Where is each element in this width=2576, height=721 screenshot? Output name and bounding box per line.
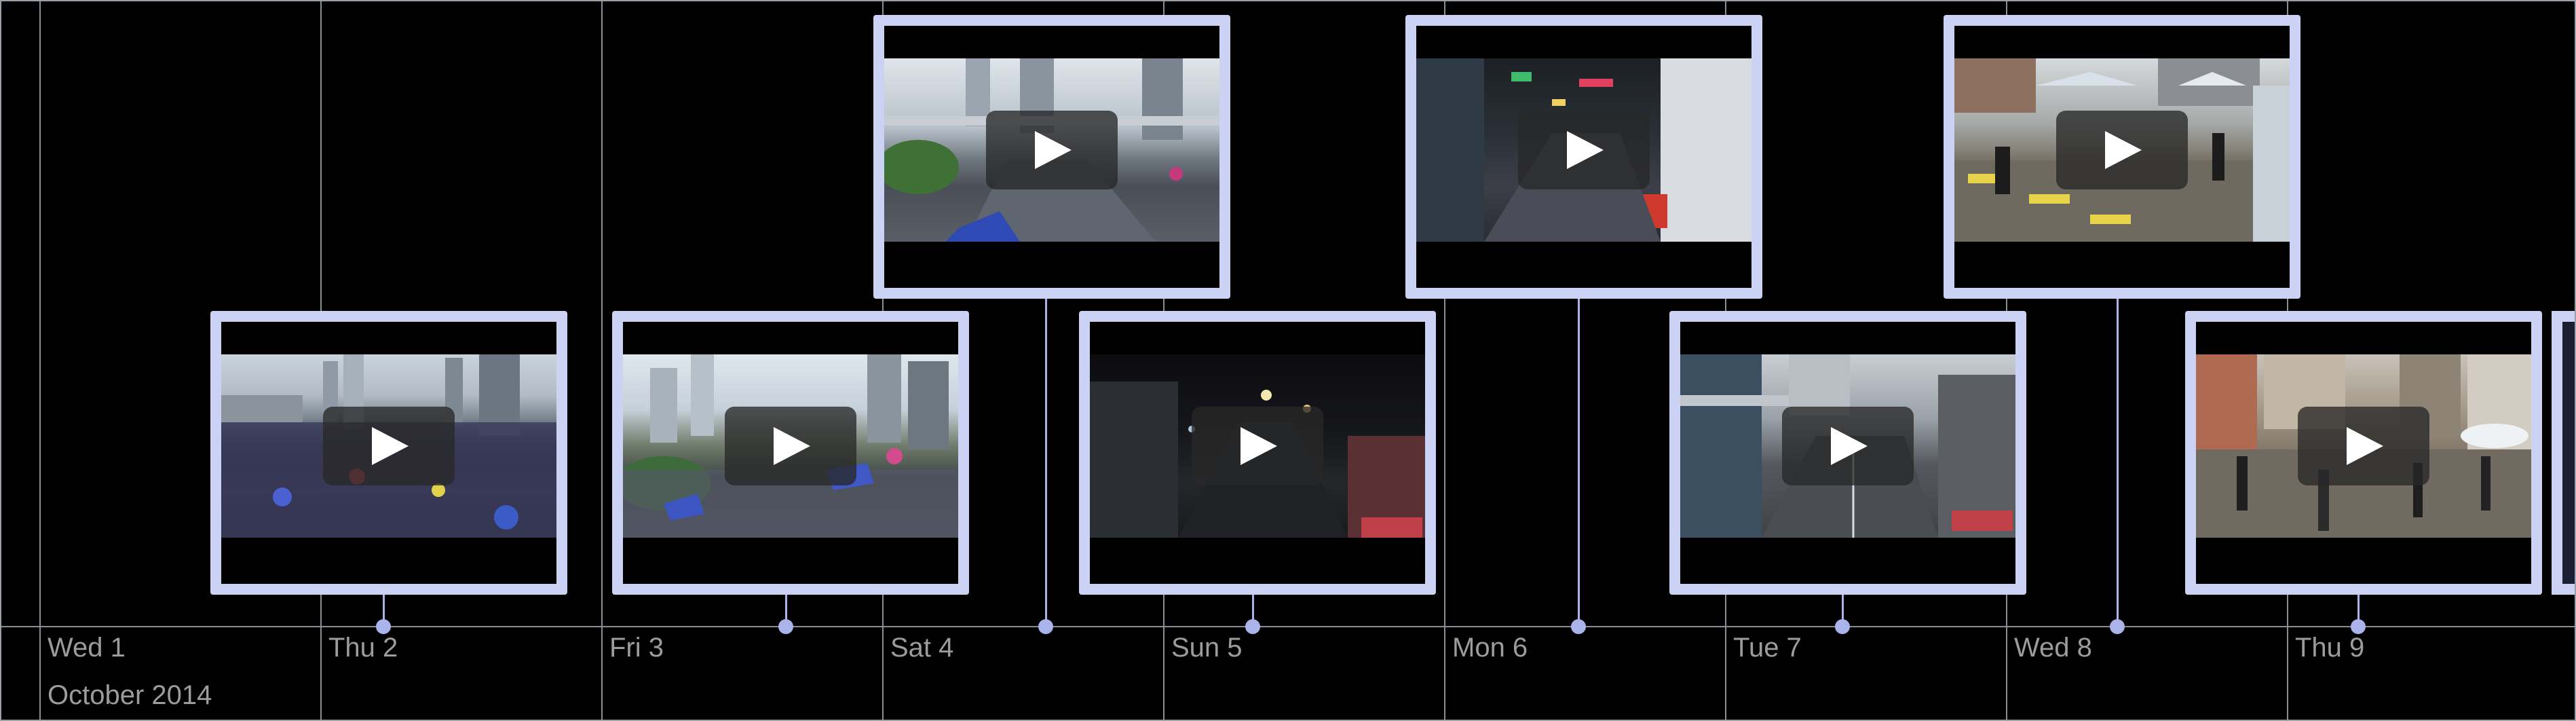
day-label: Tue 7 [1733,633,1802,663]
timeline-canvas[interactable]: Wed 1 Thu 2 Fri 3 Sat 4 Sun 5 Mon 6 Tue … [0,0,2576,721]
play-button[interactable] [986,111,1118,189]
play-icon [1567,131,1604,169]
event-marker[interactable] [2351,619,2366,634]
event-stem [1045,288,1047,626]
play-icon [2105,131,2142,169]
video-card[interactable] [1079,311,1436,595]
day-label: Mon 6 [1452,633,1528,663]
day-label: Sat 4 [890,633,954,663]
event-stem [2117,288,2119,626]
event-marker[interactable] [1571,619,1586,634]
event-marker[interactable] [1835,619,1850,634]
play-icon [2347,427,2383,465]
event-marker[interactable] [778,619,793,634]
video-thumbnail [1416,58,1751,242]
play-icon [1035,131,1072,169]
video-card[interactable] [210,311,567,595]
play-icon [774,427,810,465]
video-thumbnail [1090,354,1425,538]
video-thumbnail [221,354,556,538]
video-thumbnail [884,58,1219,242]
event-marker[interactable] [1245,619,1260,634]
day-label: Sun 5 [1171,633,1243,663]
day-label: Thu 2 [328,633,398,663]
play-button[interactable] [1192,407,1323,485]
video-card[interactable] [1405,15,1762,299]
video-card[interactable] [1669,311,2026,595]
event-stem [1578,288,1580,626]
video-thumbnail [1680,354,2015,538]
video-thumbnail [2196,354,2531,538]
event-marker[interactable] [376,619,391,634]
video-card[interactable] [612,311,969,595]
day-label: Wed 1 [48,633,126,663]
day-label: Thu 9 [2295,633,2365,663]
play-button[interactable] [1782,407,1914,485]
month-label: October 2014 [48,680,212,710]
gridline-fri-3 [601,1,603,720]
play-button[interactable] [2056,111,2188,189]
video-card[interactable] [2185,311,2542,595]
video-thumbnail [623,354,958,538]
play-button[interactable] [2298,407,2429,485]
event-marker[interactable] [2110,619,2125,634]
day-label: Wed 8 [2014,633,2092,663]
play-button[interactable] [725,407,856,485]
video-card-partial[interactable] [2552,311,2575,595]
play-icon [1240,427,1277,465]
event-marker[interactable] [1038,619,1053,634]
play-icon [1831,427,1868,465]
video-card[interactable] [1944,15,2300,299]
video-card[interactable] [873,15,1230,299]
day-label: Fri 3 [609,633,664,663]
play-icon [372,427,409,465]
play-button[interactable] [1518,111,1650,189]
video-thumbnail [1954,58,2290,242]
play-button[interactable] [323,407,455,485]
gridline-wed-1 [39,1,41,720]
